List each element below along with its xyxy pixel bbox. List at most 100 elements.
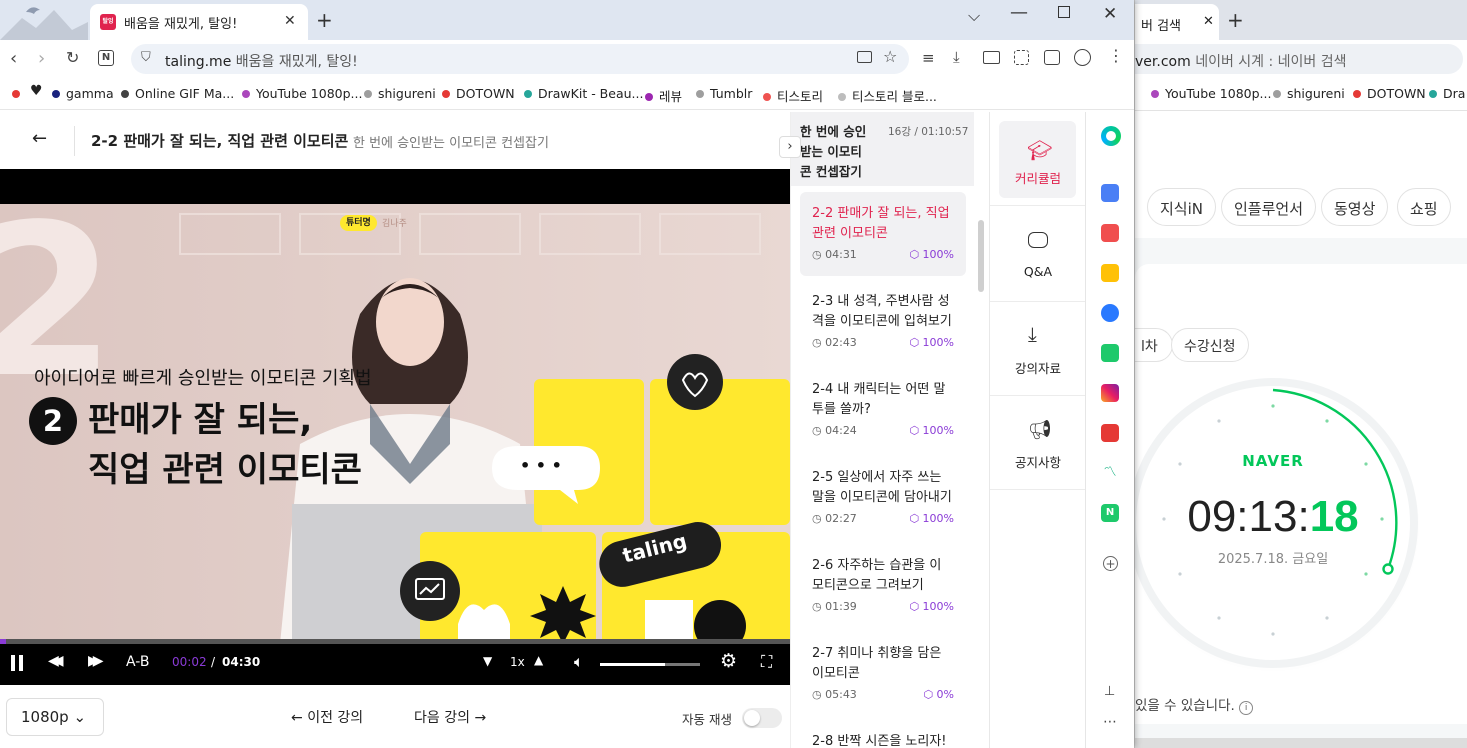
- bookmark-tistory[interactable]: 티스토리: [763, 86, 823, 105]
- rail-curriculum[interactable]: 🎓︎ 커리큘럼: [990, 112, 1086, 206]
- video-frame[interactable]: 2 튜터명 김나주 아이디어로 빠르게 승인받는 이모티콘 기획법 2 판매가 …: [0, 204, 790, 644]
- bookmark-drawkit[interactable]: DrawKit - Beau...: [524, 86, 643, 101]
- close-icon[interactable]: ✕: [284, 13, 296, 29]
- search-tab-video[interactable]: 동영상: [1321, 188, 1389, 226]
- rail-materials[interactable]: ⤓ 강의자료: [990, 302, 1086, 396]
- lesson-item[interactable]: 2-3 내 성격, 주변사람 성 격을 이모티콘에 입혀보기 ◷ 02:43 ⬡ 10…: [800, 280, 966, 364]
- sub-tab-enroll[interactable]: 수강신청: [1171, 328, 1249, 362]
- more-icon[interactable]: ⋯: [1103, 714, 1117, 730]
- video-caption-small: 아이디어로 빠르게 승인받는 이모티콘 기획법: [34, 368, 372, 389]
- forward-icon[interactable]: ›: [38, 48, 45, 69]
- install-app-icon[interactable]: [857, 51, 872, 63]
- collapse-panel-chevron-icon[interactable]: ›: [779, 136, 801, 158]
- star-icon[interactable]: [1101, 264, 1119, 282]
- sub-tab[interactable]: l차: [1135, 328, 1173, 362]
- naver-bookmark[interactable]: shigureni: [1273, 86, 1345, 101]
- youtube-icon[interactable]: [1101, 424, 1119, 442]
- download-icon[interactable]: ⤓: [953, 48, 960, 66]
- bookmark-dotown[interactable]: DOTOWN: [442, 86, 515, 101]
- lesson-title-line: 2-3 내 성격, 주변사람 성: [812, 294, 950, 309]
- naver-bookmark[interactable]: Dra: [1429, 86, 1465, 101]
- volume-slider[interactable]: [600, 663, 700, 666]
- profile-icon[interactable]: [1074, 49, 1091, 66]
- new-tab-icon[interactable]: +: [316, 8, 333, 32]
- tab-search-icon[interactable]: ⌵: [968, 6, 980, 26]
- pause-icon[interactable]: [11, 655, 15, 671]
- address-bar[interactable]: ⛉ taling.me 배움을 재밌게, 탈잉! ☆: [131, 44, 909, 74]
- reading-list-icon[interactable]: ≡: [922, 49, 935, 67]
- speed-up-icon[interactable]: ▲: [534, 653, 543, 667]
- curriculum-scrollbar[interactable]: [978, 220, 984, 292]
- lesson-item[interactable]: 2-4 내 캐릭터는 어떤 말 투를 쓸까? ◷ 04:24 ⬡ 100%: [800, 368, 966, 452]
- search-tab-influencer[interactable]: 인플루언서: [1221, 188, 1317, 226]
- volume-icon[interactable]: 🔈︎: [574, 652, 584, 672]
- rewind-icon[interactable]: ◀◀: [48, 653, 63, 669]
- bookmark-shigureni[interactable]: shigureni: [364, 86, 436, 101]
- lesson-item[interactable]: 2-5 일상에서 자주 쓰는 말을 이모티콘에 담아내기 ◷ 02:27 ⬡ 100%: [800, 456, 966, 540]
- settings-gear-icon[interactable]: ⚙: [720, 650, 737, 672]
- lesson-item[interactable]: 2-8 반짝 시즌을 노리자!: [800, 720, 966, 748]
- pocket-icon[interactable]: [1101, 224, 1119, 242]
- back-icon[interactable]: ‹: [10, 48, 17, 69]
- lesson-item[interactable]: 2-7 취미나 취향을 담은 이모티콘 ◷ 05:43 ⬡ 0%: [800, 632, 966, 716]
- quality-select[interactable]: 1080p ⌄: [6, 698, 104, 736]
- url-text: taling.me 배움을 재밌게, 탈잉!: [165, 51, 358, 71]
- naver-bookmark[interactable]: YouTube 1080p...: [1151, 86, 1271, 101]
- naver-extension-icon[interactable]: N: [98, 50, 114, 66]
- back-arrow-icon[interactable]: ←: [32, 128, 47, 149]
- bookmark-gif[interactable]: Online GIF Ma...: [121, 86, 234, 101]
- maximize-icon[interactable]: [1058, 6, 1070, 18]
- rail-qna[interactable]: Q&A: [990, 208, 1086, 302]
- minimize-icon[interactable]: —: [1010, 2, 1028, 23]
- lesson-item[interactable]: 2-2 판매가 잘 되는, 직업 관련 이모티콘 ◷ 04:31 ⬡ 100%: [800, 192, 966, 276]
- active-tab[interactable]: 탈잉 배움을 재밌게, 탈잉! ✕: [90, 4, 308, 40]
- naver-address-bar[interactable]: ver.com 네이버 시계 : 네이버 검색: [1135, 40, 1467, 78]
- lesson-progress: ⬡ 100%: [909, 424, 954, 437]
- search-tab-jisikin[interactable]: 지식iN: [1147, 188, 1216, 226]
- next-lecture-button[interactable]: 다음 강의 →: [414, 707, 486, 727]
- pin-icon[interactable]: ⊥: [1104, 684, 1115, 699]
- fast-forward-icon[interactable]: ▶▶: [88, 653, 103, 669]
- search-tab-shopping[interactable]: 쇼핑: [1397, 188, 1451, 226]
- add-icon[interactable]: +: [1103, 556, 1118, 571]
- menu-icon[interactable]: ⋮: [1108, 46, 1124, 65]
- bookmark-dot[interactable]: [12, 86, 26, 101]
- naver-scrollbar[interactable]: [1135, 738, 1467, 748]
- bookmark-revu[interactable]: 레뷰: [645, 86, 682, 105]
- screen-record-icon[interactable]: [983, 51, 1000, 64]
- info-icon[interactable]: i: [1239, 701, 1254, 715]
- heart-icon[interactable]: ♥: [30, 83, 43, 99]
- stock-chart-icon[interactable]: 〽: [1101, 464, 1119, 482]
- naver-n-icon[interactable]: N: [1101, 504, 1119, 522]
- speed-down-icon[interactable]: ▼: [483, 654, 492, 668]
- bookmark-tumblr[interactable]: Tumblr: [696, 86, 752, 101]
- webtoon-icon[interactable]: [1101, 344, 1119, 362]
- fullscreen-icon[interactable]: ⛶: [761, 652, 772, 672]
- bookmark-youtube[interactable]: YouTube 1080p...: [242, 86, 362, 101]
- bookmark-star-icon[interactable]: ☆: [883, 47, 897, 66]
- video-player[interactable]: 2 튜터명 김나주 아이디어로 빠르게 승인받는 이모티콘 기획법 2 판매가 …: [0, 169, 790, 685]
- ab-repeat-button[interactable]: A-B: [126, 654, 149, 670]
- prev-lecture-button[interactable]: ← 이전 강의: [291, 707, 363, 727]
- toolbox-icon[interactable]: [1101, 184, 1119, 202]
- naver-bookmark[interactable]: DOTOWN: [1353, 86, 1426, 101]
- rail-label: Q&A: [1023, 264, 1053, 279]
- close-icon[interactable]: ✕: [1203, 14, 1214, 29]
- lesson-item[interactable]: 2-6 자주하는 습관을 이 모티콘으로 그려보기 ◷ 01:39 ⬡ 100%: [800, 544, 966, 628]
- screenshot-icon[interactable]: [1014, 50, 1029, 65]
- bookmark-tistory-blog[interactable]: 티스토리 블로...: [838, 86, 937, 105]
- bookmark-gamma[interactable]: gamma: [52, 86, 114, 101]
- autoplay-toggle[interactable]: [742, 708, 782, 728]
- front-browser-window: 탈잉 배움을 재밌게, 탈잉! ✕ + ⌵ — ✕ ‹ › ↻ N ⛉ tali…: [0, 0, 1134, 748]
- split-view-icon[interactable]: [1044, 50, 1060, 65]
- prev-label: 이전 강의: [307, 710, 364, 726]
- lesson-title-line: 2-6 자주하는 습관을 이: [812, 558, 942, 573]
- site-info-icon[interactable]: ⛉: [141, 50, 151, 65]
- close-window-icon[interactable]: ✕: [1103, 4, 1117, 24]
- naver-tab[interactable]: 버 검색 ✕: [1135, 4, 1219, 40]
- reload-icon[interactable]: ↻: [66, 48, 79, 67]
- edge-icon[interactable]: [1101, 304, 1119, 322]
- instagram-icon[interactable]: [1101, 384, 1119, 402]
- new-tab-icon[interactable]: +: [1227, 8, 1244, 32]
- rail-notice[interactable]: 📢︎ 공지사항: [990, 396, 1086, 490]
